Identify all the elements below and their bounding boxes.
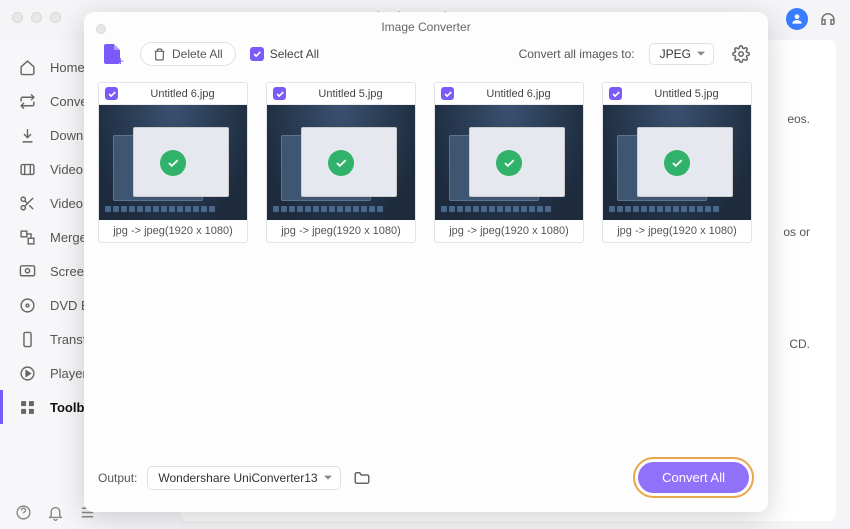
image-card[interactable]: Untitled 5.jpg jpg -> jpeg(1920 x 1080) — [602, 82, 752, 243]
success-icon — [328, 150, 354, 176]
card-meta: jpg -> jpeg(1920 x 1080) — [99, 220, 247, 242]
delete-all-button[interactable]: Delete All — [140, 42, 236, 66]
modal-close-button[interactable] — [96, 24, 106, 34]
format-dropdown[interactable]: JPEG — [649, 43, 714, 65]
format-selected: JPEG — [660, 47, 691, 61]
svg-text:+: + — [117, 54, 124, 66]
add-file-button[interactable]: + — [98, 40, 126, 68]
output-path-value: Wondershare UniConverter13 — [158, 471, 317, 485]
modal-title: Image Converter — [84, 12, 768, 36]
select-all-label: Select All — [270, 47, 319, 61]
help-icon[interactable] — [14, 503, 32, 521]
scissors-icon — [18, 194, 36, 212]
card-meta: jpg -> jpeg(1920 x 1080) — [435, 220, 583, 242]
settings-button[interactable] — [728, 41, 754, 67]
merger-icon — [18, 228, 36, 246]
card-thumbnail — [267, 105, 415, 220]
success-icon — [160, 150, 186, 176]
sidebar-label: Player — [50, 366, 87, 381]
trash-icon — [153, 48, 166, 61]
bg-hidden-text: eos. — [787, 112, 810, 126]
gear-icon — [732, 45, 750, 63]
convert-all-button[interactable]: Convert All — [638, 462, 749, 493]
open-folder-button[interactable] — [351, 467, 373, 489]
card-thumbnail — [99, 105, 247, 220]
card-checkbox[interactable] — [105, 87, 118, 100]
card-meta: jpg -> jpeg(1920 x 1080) — [267, 220, 415, 242]
card-filename: Untitled 6.jpg — [124, 88, 241, 100]
select-all-checkbox[interactable]: Select All — [250, 47, 319, 61]
play-icon — [18, 364, 36, 382]
card-filename: Untitled 6.jpg — [460, 88, 577, 100]
transfer-icon — [18, 330, 36, 348]
card-checkbox[interactable] — [609, 87, 622, 100]
modal-footer: Output: Wondershare UniConverter13 Conve… — [84, 447, 768, 512]
card-thumbnail — [435, 105, 583, 220]
image-grid: Untitled 6.jpg jpg -> jpeg(1920 x 1080) … — [84, 78, 768, 247]
record-icon — [18, 262, 36, 280]
image-converter-modal: Image Converter + Delete All Select All … — [84, 12, 768, 512]
headset-icon[interactable] — [818, 9, 838, 29]
avatar[interactable] — [786, 8, 808, 30]
convert-to-label: Convert all images to: — [519, 47, 635, 61]
delete-all-label: Delete All — [172, 47, 223, 61]
convert-all-highlight: Convert All — [633, 457, 754, 498]
bg-hidden-text: CD. — [789, 337, 810, 351]
convert-all-label: Convert All — [662, 470, 725, 485]
card-checkbox[interactable] — [441, 87, 454, 100]
image-card[interactable]: Untitled 6.jpg jpg -> jpeg(1920 x 1080) — [434, 82, 584, 243]
sidebar-label: Home — [50, 60, 85, 75]
folder-icon — [353, 469, 371, 487]
card-meta: jpg -> jpeg(1920 x 1080) — [603, 220, 751, 242]
disc-icon — [18, 296, 36, 314]
success-icon — [664, 150, 690, 176]
card-checkbox[interactable] — [273, 87, 286, 100]
toolbox-icon — [18, 398, 36, 416]
card-thumbnail — [603, 105, 751, 220]
success-icon — [496, 150, 522, 176]
card-filename: Untitled 5.jpg — [628, 88, 745, 100]
bg-hidden-text: os or — [783, 225, 810, 239]
image-card[interactable]: Untitled 5.jpg jpg -> jpeg(1920 x 1080) — [266, 82, 416, 243]
output-path-dropdown[interactable]: Wondershare UniConverter13 — [147, 466, 340, 490]
output-label: Output: — [98, 471, 137, 485]
compressor-icon — [18, 160, 36, 178]
modal-toolbar: + Delete All Select All Convert all imag… — [84, 36, 768, 78]
home-icon — [18, 58, 36, 76]
converter-icon — [18, 92, 36, 110]
download-icon — [18, 126, 36, 144]
card-filename: Untitled 5.jpg — [292, 88, 409, 100]
image-card[interactable]: Untitled 6.jpg jpg -> jpeg(1920 x 1080) — [98, 82, 248, 243]
bell-icon[interactable] — [46, 503, 64, 521]
checkbox-checked-icon — [250, 47, 264, 61]
